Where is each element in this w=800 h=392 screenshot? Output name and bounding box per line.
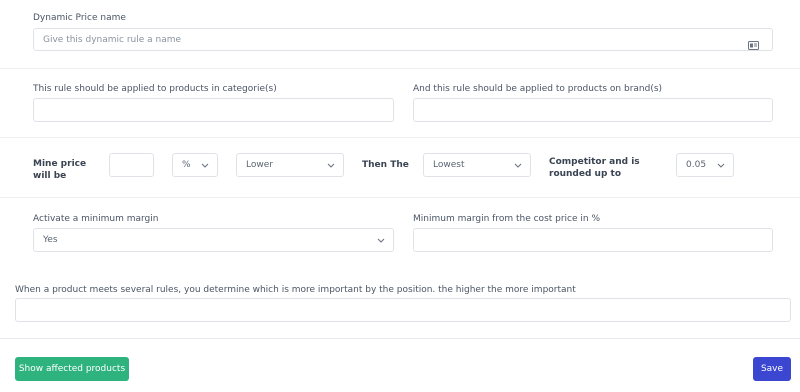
chevron-down-icon [201, 154, 209, 176]
mine-price-label: Mine price will be [33, 159, 87, 181]
chevron-down-icon [327, 154, 335, 176]
dynamic-price-name-placeholder: Give this dynamic rule a name [43, 35, 182, 45]
section-divider [0, 68, 800, 69]
direction-select-value: Lower [246, 160, 273, 170]
price-amount-input[interactable] [109, 153, 154, 177]
activate-margin-label: Activate a minimum margin [33, 214, 159, 224]
section-divider [0, 137, 800, 138]
competitor-select-value: Lowest [433, 160, 465, 170]
id-card-icon [748, 35, 759, 54]
competitor-select[interactable]: Lowest [423, 153, 531, 177]
chevron-down-icon [514, 154, 522, 176]
categories-input[interactable] [33, 98, 394, 122]
section-divider [0, 197, 800, 198]
activate-margin-select[interactable]: Yes [33, 228, 394, 252]
brands-input[interactable] [413, 98, 773, 122]
dynamic-price-name-label: Dynamic Price name [33, 13, 126, 23]
min-margin-label: Minimum margin from the cost price in % [413, 214, 601, 224]
unit-select-value: % [182, 160, 191, 170]
rounding-select-value: 0.05 [686, 160, 707, 170]
then-the-label: Then The [362, 160, 409, 170]
chevron-down-icon [377, 229, 385, 251]
footer-divider [0, 338, 800, 339]
competitor-rounding-label: Competitor and is rounded up to [549, 157, 640, 179]
chevron-down-icon [717, 154, 725, 176]
rounding-select[interactable]: 0.05 [676, 153, 734, 177]
brands-label: And this rule should be applied to produ… [413, 84, 663, 94]
min-margin-input[interactable] [413, 228, 773, 252]
unit-select[interactable]: % [172, 153, 218, 177]
save-button[interactable]: Save [753, 357, 791, 381]
show-affected-products-button[interactable]: Show affected products [15, 357, 129, 381]
direction-select[interactable]: Lower [236, 153, 344, 177]
priority-input[interactable] [15, 298, 791, 322]
priority-label: When a product meets several rules, you … [15, 285, 576, 295]
dynamic-price-name-input[interactable]: Give this dynamic rule a name [33, 28, 773, 51]
categories-label: This rule should be applied to products … [33, 84, 277, 94]
activate-margin-value: Yes [43, 235, 58, 245]
